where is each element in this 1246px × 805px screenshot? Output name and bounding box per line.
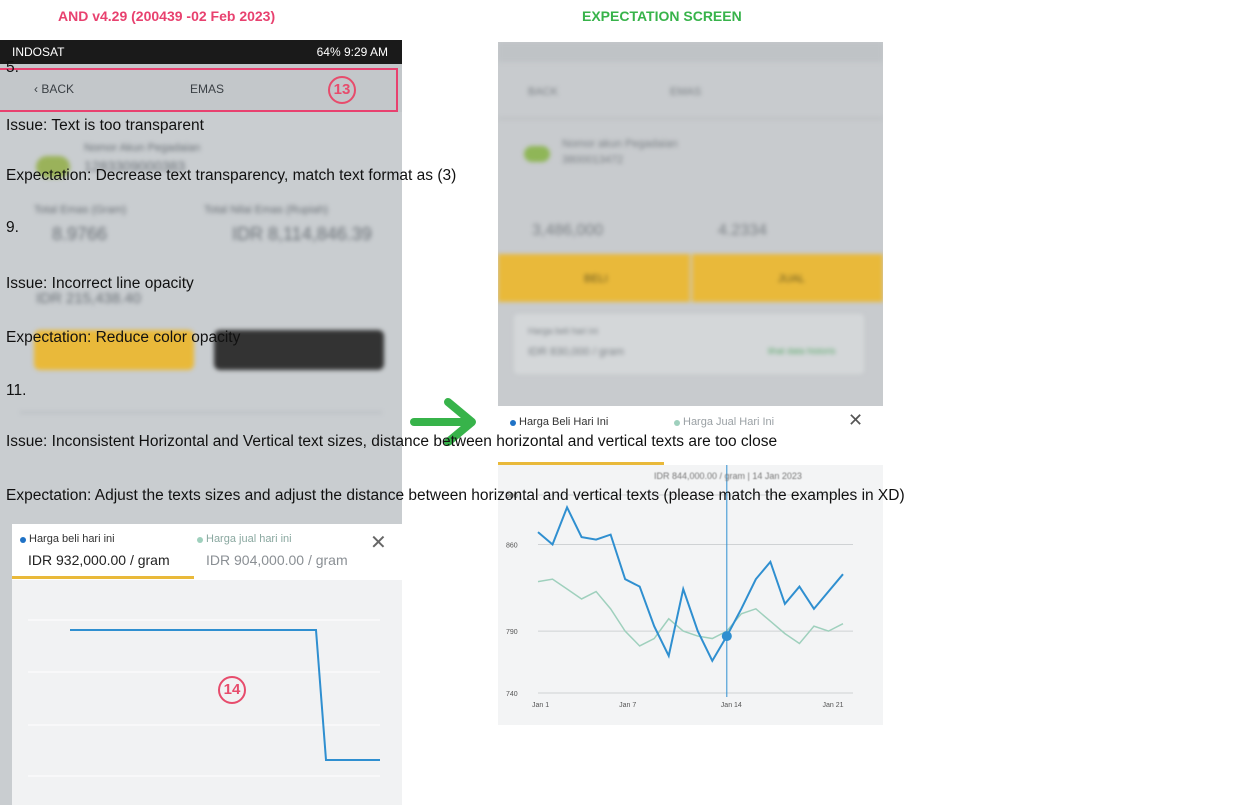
price-value: IDR 830,000 / gram <box>528 346 624 358</box>
status-bar <box>498 42 883 62</box>
divider <box>20 412 382 413</box>
sell-dot-icon <box>197 537 203 543</box>
note-11-number: 11. <box>6 382 27 399</box>
y-tick-label: 740 <box>506 691 518 698</box>
note-5-expectation: Expectation: Decrease text transparency,… <box>6 167 457 184</box>
note-9-expectation: Expectation: Reduce color opacity <box>6 329 241 346</box>
account-label: Nomor Akun Pegadaian <box>84 142 201 154</box>
y-tick-label: 790 <box>506 629 518 636</box>
highlight-box <box>0 68 398 112</box>
annotation-badge-14: 14 <box>218 676 246 704</box>
left-price-chart <box>28 619 380 777</box>
price-bottom-sheet: Harga beli hari ini IDR 932,000.00 / gra… <box>12 524 402 805</box>
price-history-link[interactable]: lihat data historis <box>768 346 836 356</box>
left-phone-screenshot: INDOSAT 64% 9:29 AM ‹ BACK EMAS 13 Nomor… <box>0 40 402 805</box>
divider <box>498 118 883 119</box>
close-icon[interactable]: ✕ <box>370 530 387 555</box>
buy-button-label: BELI <box>584 273 608 285</box>
note-5-number: 5. <box>6 59 19 76</box>
note-11-issue: Issue: Inconsistent Horizontal and Verti… <box>6 433 778 450</box>
gold-label: Total Emas (Gram) <box>34 204 127 216</box>
expected-bottom-sheet: Harga Beli Hari Ini Harga Jual Hari Ini … <box>498 406 883 725</box>
tab-buy-label[interactable]: Harga Beli Hari Ini <box>519 416 608 428</box>
expected-account-area: BACK EMAS Nomor akun Pegadaian 380001347… <box>498 42 883 406</box>
status-right: 64% 9:29 AM <box>316 45 388 59</box>
note-9-issue: Issue: Incorrect line opacity <box>6 275 194 292</box>
tab-buy-value: IDR 932,000.00 / gram <box>28 552 170 568</box>
sell-button-label: JUAL <box>778 273 805 285</box>
back-label[interactable]: BACK <box>528 86 558 98</box>
gold-gram: 4.2334 <box>718 222 767 239</box>
x-tick-label: Jan 14 <box>721 702 742 709</box>
value-value: IDR 8,114,846.39 <box>232 224 372 244</box>
tab-sell-label[interactable]: Harga Jual Hari Ini <box>683 416 774 428</box>
gold-value: 3,486,000 <box>532 222 604 239</box>
selected-point <box>721 631 732 642</box>
x-tick-label: Jan 1 <box>532 702 549 709</box>
close-icon[interactable]: ✕ <box>848 410 863 431</box>
right-screen-heading: EXPECTATION SCREEN <box>582 8 742 24</box>
buy-dot-icon <box>20 537 26 543</box>
gold-value: 8.9766 <box>52 224 108 244</box>
note-9-number: 9. <box>6 219 19 236</box>
account-number: 3800013472 <box>562 154 624 166</box>
status-bar: INDOSAT 64% 9:29 AM <box>0 40 402 64</box>
chart-tooltip: IDR 844,000.00 / gram | 14 Jan 2023 <box>654 471 802 481</box>
left-chart-area: 14 <box>12 580 402 805</box>
tab-sell-label[interactable]: Harga jual hari ini <box>206 533 292 545</box>
note-5-issue: Issue: Text is too transparent <box>6 117 204 134</box>
note-11-expectation: Expectation: Adjust the texts sizes and … <box>6 487 905 504</box>
x-tick-label: Jan 21 <box>822 702 843 709</box>
left-screen-heading: AND v4.29 (200439 -02 Feb 2023) <box>58 8 276 24</box>
buy-dot-icon <box>510 420 516 426</box>
sell-dot-icon <box>674 420 680 426</box>
price-card <box>514 314 864 374</box>
x-tick-label: Jan 7 <box>619 702 636 709</box>
tab-buy-indicator <box>12 576 194 579</box>
y-tick-label: 860 <box>506 543 518 550</box>
page-title: EMAS <box>670 86 702 98</box>
price-label: Harga beli hari ini <box>528 326 599 336</box>
account-label: Nomor akun Pegadaian <box>562 138 678 150</box>
wallet-icon <box>524 146 550 162</box>
carrier-label: INDOSAT <box>12 45 65 59</box>
buy-price-series-line <box>537 504 844 663</box>
value-label: Total Nilai Emas (Rupiah) <box>204 204 329 216</box>
tab-sell-value: IDR 904,000.00 / gram <box>206 552 348 568</box>
tab-buy-label[interactable]: Harga beli hari ini <box>29 533 115 545</box>
right-phone-screenshot: BACK EMAS Nomor akun Pegadaian 380001347… <box>498 42 883 725</box>
